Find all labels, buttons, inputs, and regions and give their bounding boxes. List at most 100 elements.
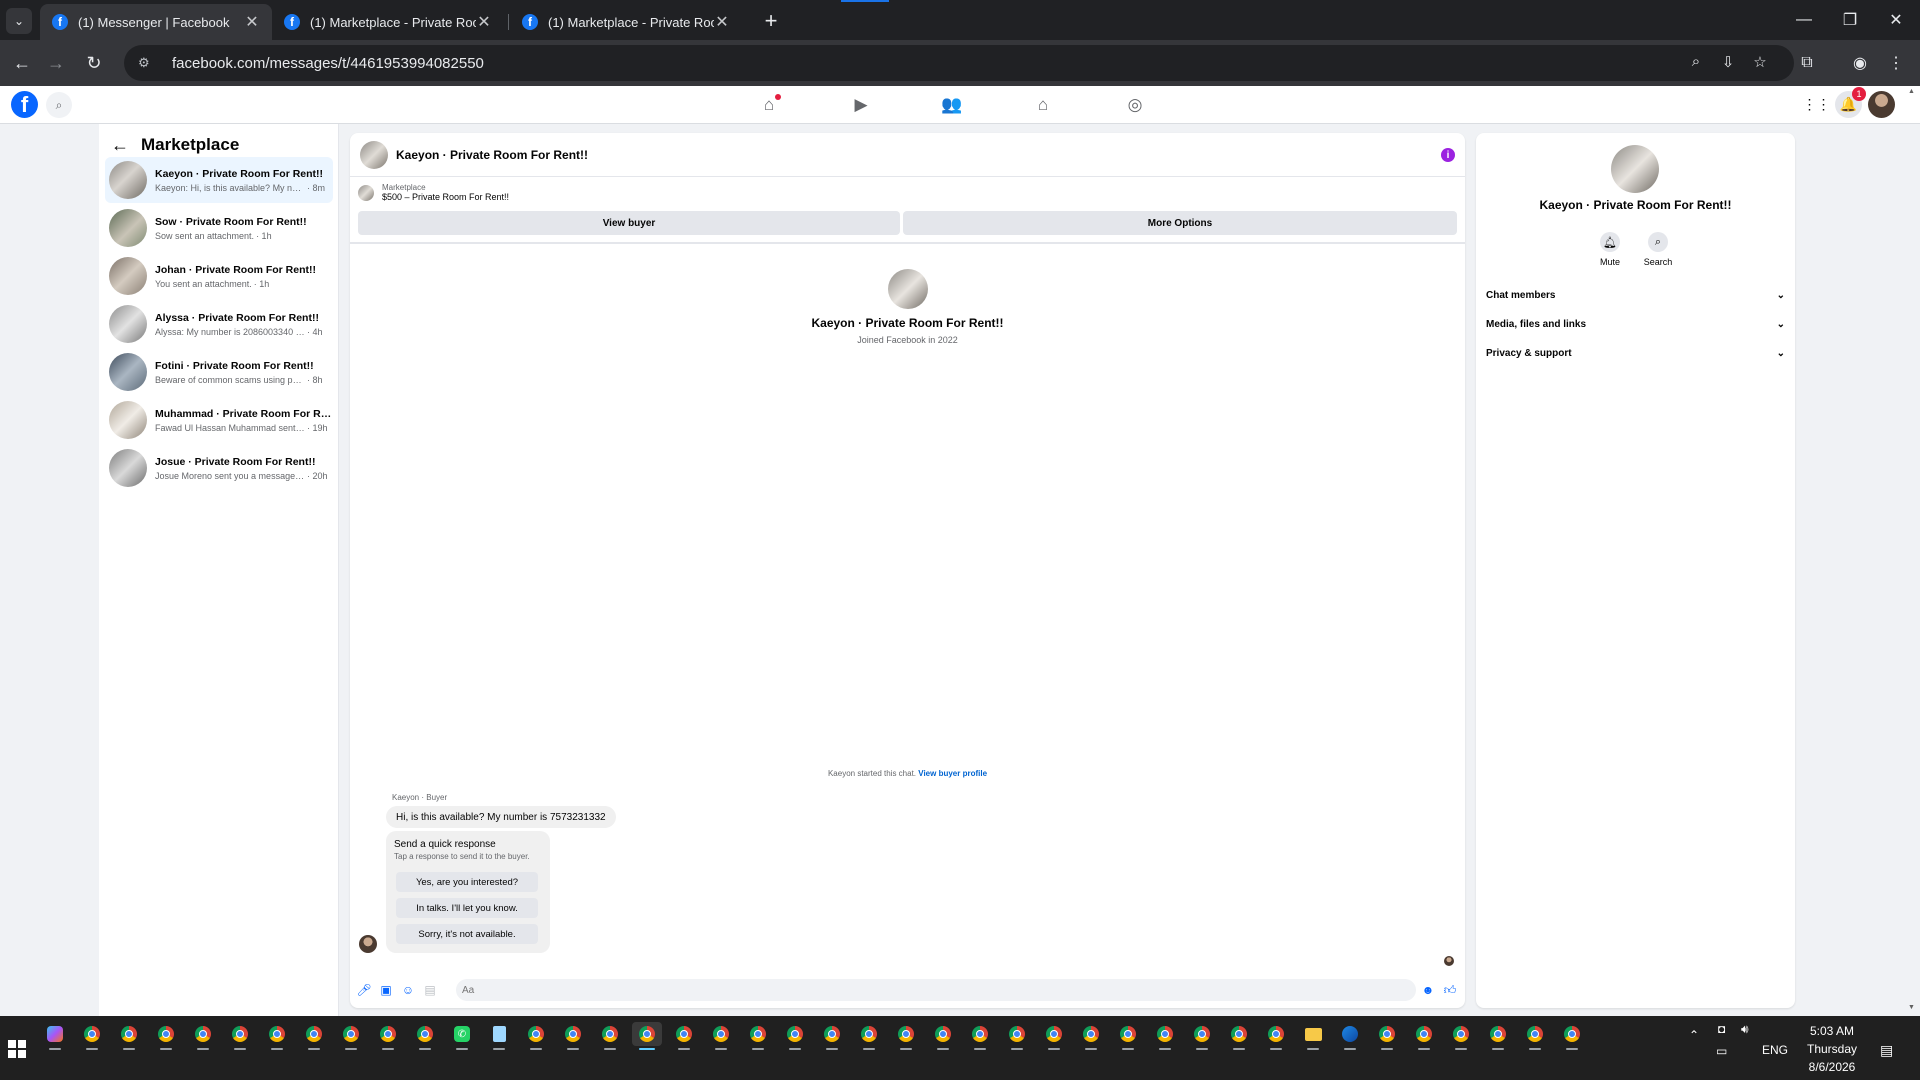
restore-icon[interactable]: ❐ — [1830, 6, 1870, 34]
chrome-taskbar-icon[interactable] — [114, 1022, 144, 1050]
chrome-taskbar-icon[interactable] — [1039, 1022, 1069, 1050]
back-arrow-icon[interactable]: ← — [8, 49, 36, 77]
chat-members-section[interactable]: Chat members ⌄ — [1486, 283, 1785, 307]
groups-icon[interactable]: ◎ — [1123, 94, 1147, 116]
copilot-taskbar-icon[interactable] — [40, 1022, 70, 1050]
quick-response-yes-button[interactable]: Yes, are you interested? — [396, 872, 538, 892]
chrome-taskbar-icon[interactable] — [595, 1022, 625, 1050]
chrome-taskbar-icon[interactable] — [1113, 1022, 1143, 1050]
install-app-icon[interactable]: ⇩ — [1718, 53, 1738, 71]
sticker-icon[interactable]: ☺ — [400, 982, 416, 998]
forward-arrow-icon[interactable]: → — [42, 49, 70, 77]
tab-search-chevron-icon[interactable]: ⌄ — [6, 8, 32, 34]
friends-icon[interactable]: 👥 — [940, 94, 964, 116]
edge-taskbar-icon[interactable] — [1335, 1022, 1365, 1050]
tab-close-icon[interactable]: ✕ — [476, 12, 492, 32]
site-info-icon[interactable]: ⚙ — [138, 55, 156, 71]
listing-summary[interactable]: Marketplace $500 – Private Room For Rent… — [358, 183, 509, 202]
conversation-item-muhammad[interactable]: Muhammad · Private Room For Re... Fawad … — [105, 397, 333, 443]
minimize-icon[interactable]: — — [1784, 6, 1824, 34]
intro-avatar[interactable] — [887, 269, 928, 309]
chrome-taskbar-icon[interactable] — [706, 1022, 736, 1050]
tab-marketplace-2[interactable]: f (1) Marketplace - Private Room ✕ — [510, 4, 742, 40]
tab-marketplace-1[interactable]: f (1) Marketplace - Private Room ✕ — [272, 4, 504, 40]
extensions-icon[interactable]: ⧉ — [1793, 49, 1821, 77]
profile-icon[interactable]: ◉ — [1846, 49, 1874, 77]
chrome-taskbar-icon[interactable] — [1187, 1022, 1217, 1050]
address-bar[interactable]: ⚙ facebook.com/messages/t/44619539940825… — [124, 45, 1794, 81]
thumbs-up-icon[interactable]: 👍︎ — [1442, 982, 1458, 998]
notification-center-icon[interactable]: ▤ — [1880, 1042, 1893, 1059]
microphone-icon[interactable]: 🎤︎ — [356, 982, 372, 998]
photo-icon[interactable]: ▣ — [378, 982, 394, 998]
marketplace-icon[interactable]: ⌂ — [1031, 94, 1055, 116]
chrome-taskbar-icon[interactable] — [817, 1022, 847, 1050]
conversation-item-kaeyon[interactable]: Kaeyon · Private Room For Rent!! Kaeyon:… — [105, 157, 333, 203]
camera-icon[interactable]: ◘ — [1718, 1022, 1725, 1036]
conversation-item-alyssa[interactable]: Alyssa · Private Room For Rent!! Alyssa:… — [105, 301, 333, 347]
window-close-icon[interactable]: ✕ — [1876, 6, 1916, 34]
info-avatar[interactable] — [1611, 145, 1659, 193]
chrome-taskbar-icon[interactable] — [558, 1022, 588, 1050]
chat-avatar[interactable] — [360, 140, 388, 169]
chrome-taskbar-icon[interactable] — [891, 1022, 921, 1050]
chrome-taskbar-icon[interactable] — [410, 1022, 440, 1050]
chrome-taskbar-icon[interactable] — [669, 1022, 699, 1050]
view-buyer-button[interactable]: View buyer — [358, 211, 900, 235]
home-icon[interactable]: ⌂ — [757, 94, 781, 116]
chat-title[interactable]: Kaeyon · Private Room For Rent!! — [396, 148, 588, 162]
volume-icon[interactable]: 🔊︎ — [1741, 1022, 1749, 1037]
chrome-taskbar-icon[interactable] — [1520, 1022, 1550, 1050]
notifications-bell-icon[interactable]: 🔔 1 — [1835, 87, 1866, 118]
mute-button[interactable]: 🔔︎ Mute — [1590, 232, 1630, 267]
info-icon[interactable]: i — [1441, 148, 1455, 162]
quick-response-in-talks-button[interactable]: In talks. I'll let you know. — [396, 898, 538, 918]
chrome-taskbar-icon[interactable] — [1372, 1022, 1402, 1050]
tab-close-icon[interactable]: ✕ — [714, 12, 730, 32]
chrome-taskbar-icon[interactable] — [188, 1022, 218, 1050]
chrome-taskbar-icon[interactable] — [965, 1022, 995, 1050]
sender-avatar[interactable] — [359, 935, 377, 953]
privacy-support-section[interactable]: Privacy & support ⌄ — [1486, 341, 1785, 365]
zoom-icon[interactable]: ⌕ — [1686, 53, 1706, 70]
notepad-taskbar-icon[interactable] — [484, 1022, 514, 1050]
chrome-taskbar-icon[interactable] — [780, 1022, 810, 1050]
windows-start-icon[interactable] — [8, 1040, 26, 1058]
scroll-up-arrow-icon[interactable]: ▲ — [1908, 88, 1915, 95]
facebook-logo-icon[interactable]: f — [11, 91, 38, 118]
video-icon[interactable]: ▶ — [849, 94, 873, 116]
chrome-taskbar-icon[interactable] — [1224, 1022, 1254, 1050]
network-icon[interactable]: ▭ — [1716, 1044, 1727, 1058]
emoji-icon[interactable]: ☻ — [1420, 982, 1436, 998]
chrome-taskbar-icon[interactable] — [1557, 1022, 1587, 1050]
file-explorer-taskbar-icon[interactable] — [1298, 1022, 1328, 1050]
reload-icon[interactable]: ↻ — [80, 49, 108, 77]
more-options-button[interactable]: More Options — [903, 211, 1457, 235]
chevron-up-icon[interactable]: ⌃ — [1689, 1028, 1699, 1042]
browser-menu-icon[interactable]: ⋮ — [1882, 49, 1910, 77]
chrome-taskbar-icon[interactable] — [854, 1022, 884, 1050]
bookmark-star-icon[interactable]: ☆ — [1750, 53, 1770, 71]
chrome-taskbar-icon[interactable] — [1002, 1022, 1032, 1050]
quick-response-not-available-button[interactable]: Sorry, it's not available. — [396, 924, 538, 944]
conversation-item-fotini[interactable]: Fotini · Private Room For Rent!! Beware … — [105, 349, 333, 395]
chrome-taskbar-icon[interactable] — [1409, 1022, 1439, 1050]
search-conversation-button[interactable]: ⌕ Search — [1638, 232, 1678, 267]
chrome-taskbar-icon[interactable] — [632, 1022, 662, 1050]
chrome-taskbar-icon[interactable] — [373, 1022, 403, 1050]
scroll-down-arrow-icon[interactable]: ▼ — [1908, 1004, 1915, 1011]
whatsapp-taskbar-icon[interactable]: ✆ — [447, 1022, 477, 1050]
conversation-item-sow[interactable]: Sow · Private Room For Rent!! Sow sent a… — [105, 205, 333, 251]
taskbar-clock[interactable]: 5:03 AM Thursday 8/6/2026 — [1800, 1022, 1864, 1076]
tab-messenger[interactable]: f (1) Messenger | Facebook ✕ — [40, 4, 272, 40]
search-icon[interactable]: ⌕ — [46, 92, 72, 118]
chrome-taskbar-icon[interactable] — [77, 1022, 107, 1050]
menu-grid-icon[interactable]: ⋮⋮ — [1803, 91, 1831, 118]
chrome-taskbar-icon[interactable] — [1076, 1022, 1106, 1050]
chrome-taskbar-icon[interactable] — [262, 1022, 292, 1050]
gif-icon[interactable]: ▤ — [422, 982, 438, 998]
media-files-links-section[interactable]: Media, files and links ⌄ — [1486, 312, 1785, 336]
view-buyer-profile-link[interactable]: View buyer profile — [918, 769, 987, 778]
back-arrow-icon[interactable]: ← — [111, 135, 129, 156]
message-bubble[interactable]: Hi, is this available? My number is 7573… — [386, 806, 616, 828]
